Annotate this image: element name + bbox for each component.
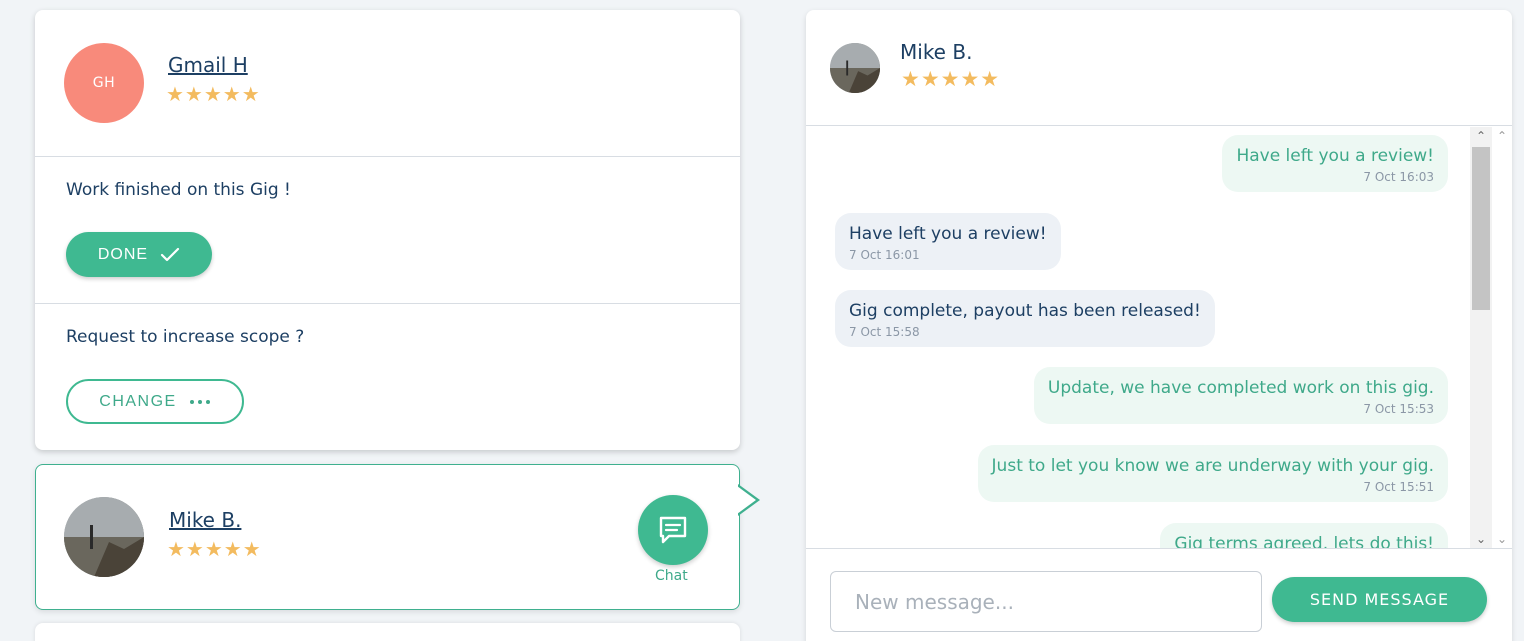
message-time: 7 Oct 16:01 — [849, 248, 920, 262]
chat-partner-name: Mike B. — [900, 40, 973, 64]
chat-partner-rating: ★★★★★ — [901, 67, 1001, 91]
send-message-button[interactable]: SEND MESSAGE — [1272, 577, 1487, 622]
scroll-down-icon[interactable]: ⌄ — [1470, 530, 1492, 548]
new-message-input[interactable] — [830, 571, 1262, 632]
user-name-link[interactable]: Gmail H — [168, 53, 248, 77]
chat-button[interactable] — [638, 495, 708, 565]
message-bubble: Just to let you know we are underway wit… — [977, 445, 1448, 502]
done-button-label: DONE — [97, 245, 149, 263]
scrollbar-thumb[interactable] — [1472, 147, 1490, 310]
message-bubble: Gig complete, payout has been released! … — [835, 290, 1215, 347]
message-text: Gig terms agreed, lets do this! — [1174, 534, 1434, 548]
scope-request-text: Request to increase scope ? — [66, 327, 305, 347]
more-dots-icon — [189, 399, 210, 404]
chat-panel: Mike B. ★★★★★ Have left you a review! 7 … — [806, 10, 1512, 641]
contact-card-mike[interactable]: Mike B. ★★★★★ Chat — [35, 464, 740, 610]
user-avatar-photo[interactable] — [64, 497, 144, 577]
message-text: Gig complete, payout has been released! — [849, 301, 1201, 321]
user-avatar-initials[interactable]: GH — [64, 43, 144, 123]
message-time: 7 Oct 15:53 — [1363, 402, 1434, 416]
rating-stars: ★★★★★ — [166, 82, 261, 106]
done-button[interactable]: DONE — [66, 232, 212, 277]
divider — [35, 303, 740, 304]
contact-card-next[interactable] — [35, 623, 740, 641]
checkmark-icon — [161, 247, 180, 261]
rating-stars: ★★★★★ — [167, 537, 262, 561]
chat-header: Mike B. ★★★★★ — [806, 10, 1512, 126]
avatar-photo-icon — [64, 497, 144, 577]
chat-partner-avatar — [830, 43, 880, 93]
scroll-down-icon[interactable]: ⌄ — [1492, 530, 1512, 548]
message-bubble: Update, we have completed work on this g… — [1033, 367, 1448, 424]
chat-label[interactable]: Chat — [655, 568, 688, 584]
message-text: Have left you a review! — [849, 224, 1047, 244]
message-time: 7 Oct 15:51 — [1363, 480, 1434, 494]
scroll-up-icon[interactable]: ⌃ — [1470, 127, 1492, 145]
divider — [35, 156, 740, 157]
message-scrollbar[interactable]: ⌃ ⌄ — [1470, 127, 1492, 548]
message-text: Just to let you know we are underway wit… — [991, 456, 1434, 476]
message-text: Have left you a review! — [1236, 146, 1434, 166]
scroll-up-icon[interactable]: ⌃ — [1492, 127, 1512, 145]
message-bubble: Have left you a review! 7 Oct 16:03 — [1222, 135, 1448, 192]
user-name-link[interactable]: Mike B. — [169, 508, 241, 532]
selection-pointer-fill — [737, 486, 756, 514]
change-button-label: CHANGE — [99, 392, 177, 410]
chat-bubble-icon — [659, 516, 687, 544]
message-composer: SEND MESSAGE — [806, 548, 1512, 641]
work-finished-text: Work finished on this Gig ! — [66, 180, 291, 200]
message-time: 7 Oct 16:03 — [1363, 170, 1434, 184]
message-time: 7 Oct 15:58 — [849, 325, 920, 339]
message-bubble: Gig terms agreed, lets do this! — [1160, 523, 1448, 548]
avatar-photo-icon — [830, 43, 880, 93]
panel-scrollbar[interactable]: ⌃ ⌄ — [1492, 127, 1512, 548]
gig-card: GH Gmail H ★★★★★ Work finished on this G… — [35, 10, 740, 450]
message-text: Update, we have completed work on this g… — [1047, 378, 1434, 398]
message-list[interactable]: Have left you a review! 7 Oct 16:03 Have… — [806, 127, 1470, 548]
change-button[interactable]: CHANGE — [66, 379, 244, 424]
message-bubble: Have left you a review! 7 Oct 16:01 — [835, 213, 1061, 270]
